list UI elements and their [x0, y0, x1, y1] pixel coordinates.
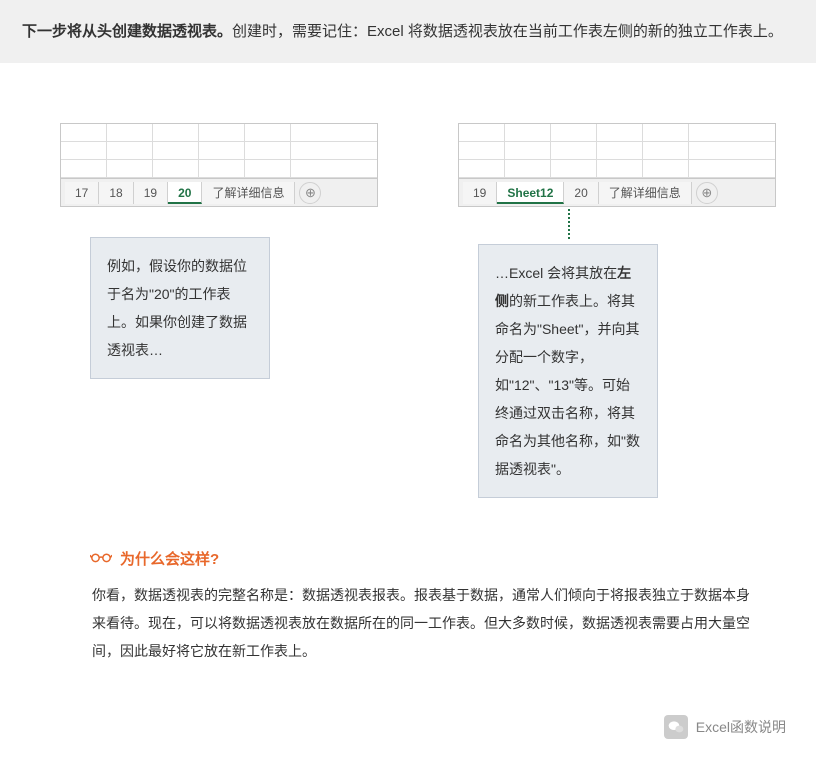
intro-bold: 下一步将从头创建数据透视表。 [22, 23, 232, 40]
sheet-tab[interactable]: 了解详细信息 [202, 182, 295, 204]
footer: Excel函数说明 [0, 705, 816, 759]
tab-bar-left: 17 18 19 20 了解详细信息 ⊕ [61, 178, 377, 206]
caption-left: 例如，假设你的数据位于名为"20"的工作表上。如果你创建了数据透视表… [90, 237, 270, 379]
grid-left [61, 124, 377, 178]
caption-right: …Excel 会将其放在左侧的新工作表上。将其命名为"Sheet"，并向其分配一… [478, 244, 658, 498]
caption-right-p2: 的新工作表上。将其命名为"Sheet"，并向其分配一个数字，如"12"、"13"… [495, 293, 640, 477]
why-body: 你看，数据透视表的完整名称是：数据透视表报表。报表基于数据，通常人们倾向于将报表… [90, 581, 756, 665]
sheet-tab[interactable]: 20 [564, 182, 598, 204]
caption-right-p1: …Excel 会将其放在 [495, 265, 617, 281]
sheet-tab[interactable]: 了解详细信息 [599, 182, 692, 204]
wechat-icon [664, 715, 688, 739]
add-sheet-icon[interactable]: ⊕ [696, 182, 718, 204]
add-sheet-icon[interactable]: ⊕ [299, 182, 321, 204]
sheet-tab-active[interactable]: Sheet12 [497, 182, 564, 204]
main-columns: 17 18 19 20 了解详细信息 ⊕ 例如，假设你的数据位于名为"20"的工… [0, 63, 816, 518]
right-column: 19 Sheet12 20 了解详细信息 ⊕ …Excel 会将其放在左侧的新工… [458, 123, 776, 498]
sheet-mock-left: 17 18 19 20 了解详细信息 ⊕ [60, 123, 378, 207]
sheet-tab[interactable]: 19 [463, 182, 497, 204]
sheet-tab[interactable]: 17 [65, 182, 99, 204]
intro-rest: 创建时，需要记住：Excel 将数据透视表放在当前工作表左侧的新的独立工作表上。 [232, 23, 783, 40]
footer-label: Excel函数说明 [696, 717, 786, 737]
tab-bar-right: 19 Sheet12 20 了解详细信息 ⊕ [459, 178, 775, 206]
why-section: 为什么会这样? 你看，数据透视表的完整名称是：数据透视表报表。报表基于数据，通常… [0, 518, 816, 705]
glasses-icon [90, 550, 112, 568]
intro-banner: 下一步将从头创建数据透视表。创建时，需要记住：Excel 将数据透视表放在当前工… [0, 0, 816, 63]
grid-right [459, 124, 775, 178]
left-column: 17 18 19 20 了解详细信息 ⊕ 例如，假设你的数据位于名为"20"的工… [60, 123, 378, 498]
why-title-text: 为什么会这样? [120, 548, 219, 569]
sheet-mock-right: 19 Sheet12 20 了解详细信息 ⊕ [458, 123, 776, 207]
sheet-tab-active[interactable]: 20 [168, 182, 202, 204]
sheet-tab[interactable]: 18 [99, 182, 133, 204]
dotted-connector [568, 209, 570, 239]
why-title-row: 为什么会这样? [90, 548, 756, 569]
sheet-tab[interactable]: 19 [134, 182, 168, 204]
